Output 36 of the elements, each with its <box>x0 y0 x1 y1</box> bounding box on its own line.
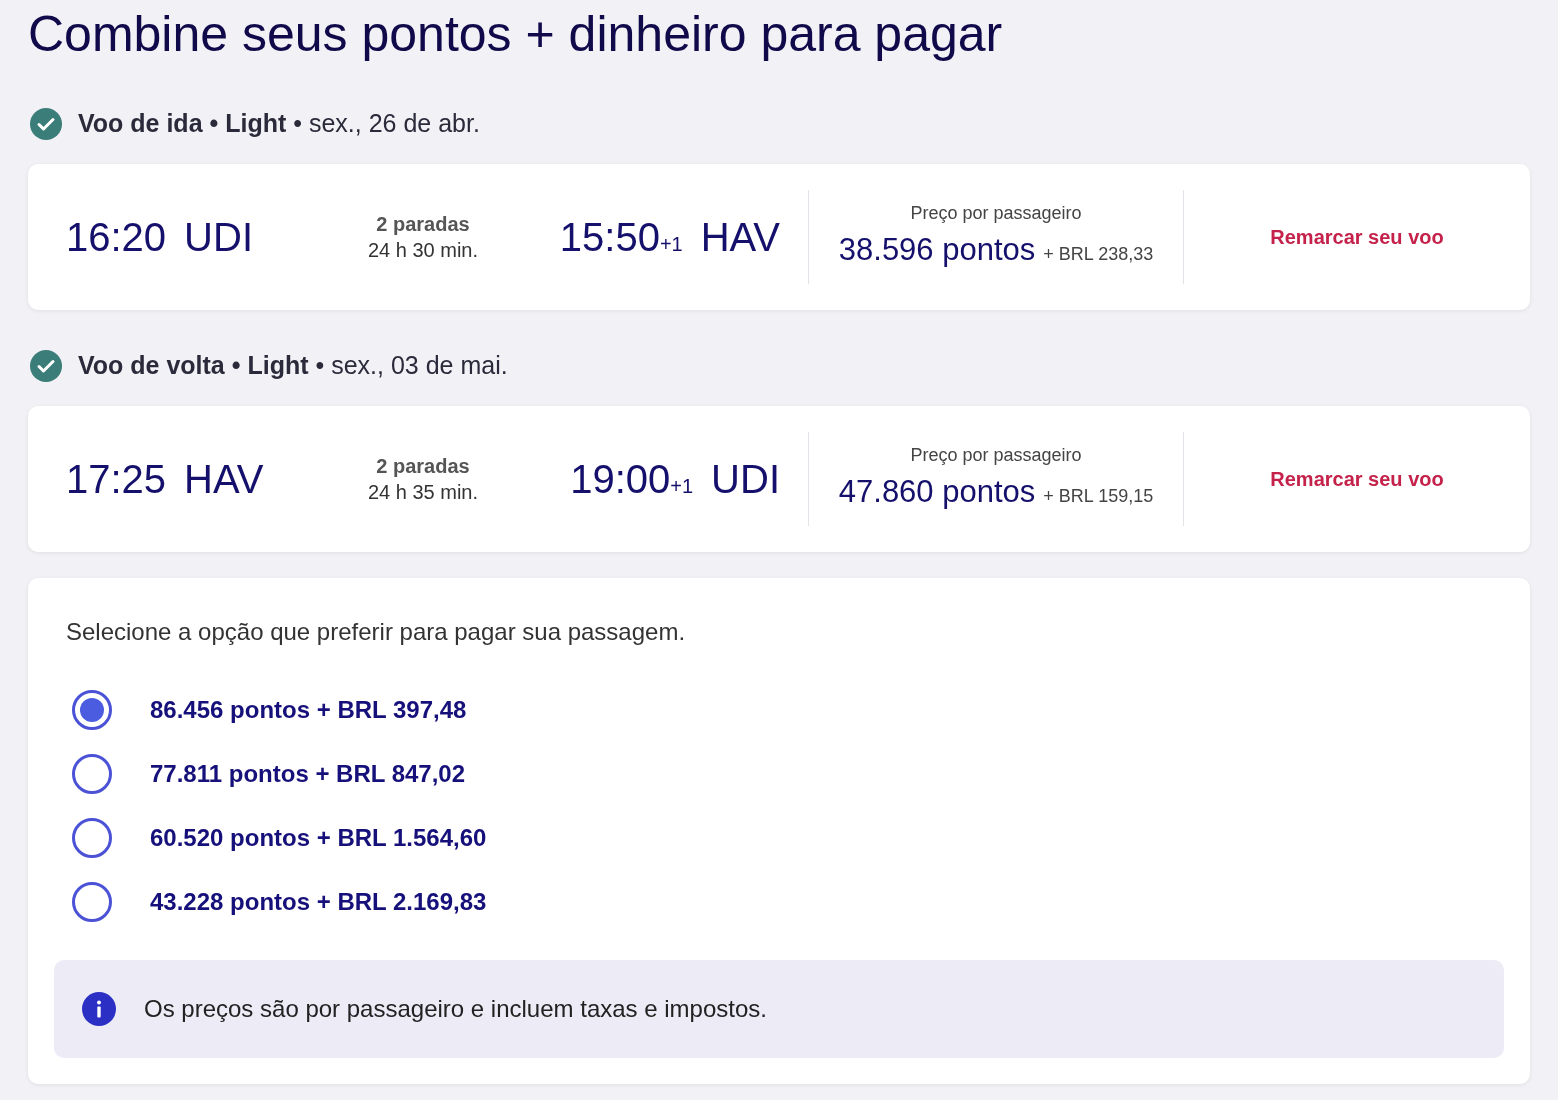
destination-code: UDI <box>711 456 780 503</box>
flight-duration: 24 h 35 min. <box>367 480 479 505</box>
origin-code: HAV <box>184 456 264 503</box>
stops-count: 2 paradas <box>376 454 470 479</box>
info-text: Os preços são por passageiro e incluem taxas e impostos. <box>144 994 767 1024</box>
day-offset: +1 <box>670 474 694 499</box>
arrival-time: 19:00 <box>570 456 671 503</box>
stops-count: 2 paradas <box>376 212 470 237</box>
price-label: Preço por passageiro <box>910 444 1082 468</box>
radio-button[interactable] <box>72 754 112 794</box>
payment-option[interactable]: 60.520 pontos + BRL 1.564,60 <box>72 818 1504 858</box>
page-title: Combine seus pontos + dinheiro para pagar <box>28 5 1004 64</box>
departure-time: 17:25 <box>66 456 167 503</box>
day-offset: +1 <box>659 232 683 257</box>
radio-button[interactable] <box>72 818 112 858</box>
price-label: Preço por passageiro <box>910 202 1082 226</box>
payment-option[interactable]: 43.228 pontos + BRL 2.169,83 <box>72 882 1504 922</box>
cash-price: + BRL 238,33 <box>1043 243 1154 267</box>
points-price: 38.596 pontos <box>838 231 1036 270</box>
departure-time: 16:20 <box>66 214 167 261</box>
radio-button[interactable] <box>72 690 112 730</box>
info-icon <box>82 992 116 1026</box>
rebook-link[interactable]: Remarcar seu voo <box>1270 222 1444 252</box>
radio-button[interactable] <box>72 882 112 922</box>
payment-option[interactable]: 77.811 pontos + BRL 847,02 <box>72 754 1504 794</box>
arrival-time: 15:50 <box>559 214 660 261</box>
rebook-link[interactable]: Remarcar seu voo <box>1270 464 1444 494</box>
flight-heading: Voo de volta • Light • sex., 03 de mai. <box>78 350 508 382</box>
flight-duration: 24 h 30 min. <box>367 238 479 263</box>
origin-code: UDI <box>184 214 253 261</box>
points-price: 47.860 pontos <box>838 473 1036 512</box>
payment-option[interactable]: 86.456 pontos + BRL 397,48 <box>72 690 1504 730</box>
destination-code: HAV <box>700 214 780 261</box>
cash-price: + BRL 159,15 <box>1043 485 1154 509</box>
flight-heading: Voo de ida • Light • sex., 26 de abr. <box>78 108 480 140</box>
payment-prompt: Selecione a opção que preferir para pagar sua passagem. <box>65 617 687 647</box>
